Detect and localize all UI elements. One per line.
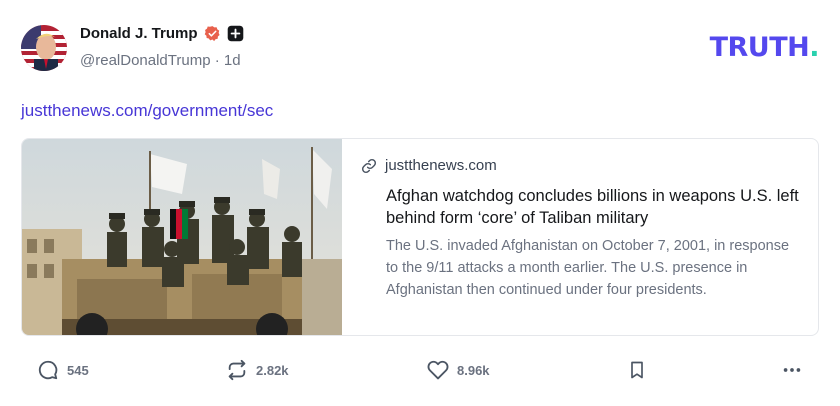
card-body: justthenews.com Afghan watchdog conclude… <box>361 157 801 301</box>
truth-post: Donald J. Trump @realDonaldTrump · 1d TR… <box>0 0 840 406</box>
truth-logo[interactable]: TRUTH. <box>709 32 820 63</box>
logo-dot: . <box>809 32 819 63</box>
author-name[interactable]: Donald J. Trump <box>80 25 198 42</box>
retruth-icon <box>228 359 246 381</box>
reply-button[interactable]: 545 <box>37 359 89 381</box>
reply-icon <box>38 360 58 380</box>
card-description: The U.S. invaded Afghanistan on October … <box>386 238 790 298</box>
author-name-row: Donald J. Trump <box>80 25 244 42</box>
author-handle[interactable]: @realDonaldTrump <box>80 52 211 69</box>
card-image <box>22 139 342 335</box>
like-icon <box>427 360 449 380</box>
link-icon <box>361 158 377 174</box>
post-time[interactable]: 1d <box>224 52 241 69</box>
link-card[interactable]: justthenews.com Afghan watchdog conclude… <box>21 138 819 336</box>
more-button[interactable] <box>781 359 803 381</box>
post-link[interactable]: justthenews.com/government/sec <box>21 101 273 121</box>
retruth-count: 2.82k <box>256 362 289 378</box>
card-title[interactable]: Afghan watchdog concludes billions in we… <box>386 185 801 229</box>
avatar[interactable] <box>21 25 67 71</box>
retruth-button[interactable]: 2.82k <box>226 359 289 381</box>
separator: · <box>214 52 220 69</box>
action-bar: 545 2.82k 8.96k <box>0 356 840 386</box>
like-button[interactable]: 8.96k <box>427 359 490 381</box>
plus-icon <box>227 25 244 42</box>
bookmark-button[interactable] <box>627 359 647 381</box>
card-domain: justthenews.com <box>385 157 497 174</box>
handle-line: @realDonaldTrump · 1d <box>80 52 241 69</box>
more-icon <box>783 368 801 372</box>
card-domain-row: justthenews.com <box>361 157 801 174</box>
like-count: 8.96k <box>457 362 490 378</box>
verified-icon <box>204 25 221 42</box>
reply-count: 545 <box>67 362 89 378</box>
logo-text: TRUTH <box>709 32 810 63</box>
bookmark-icon <box>631 361 643 379</box>
